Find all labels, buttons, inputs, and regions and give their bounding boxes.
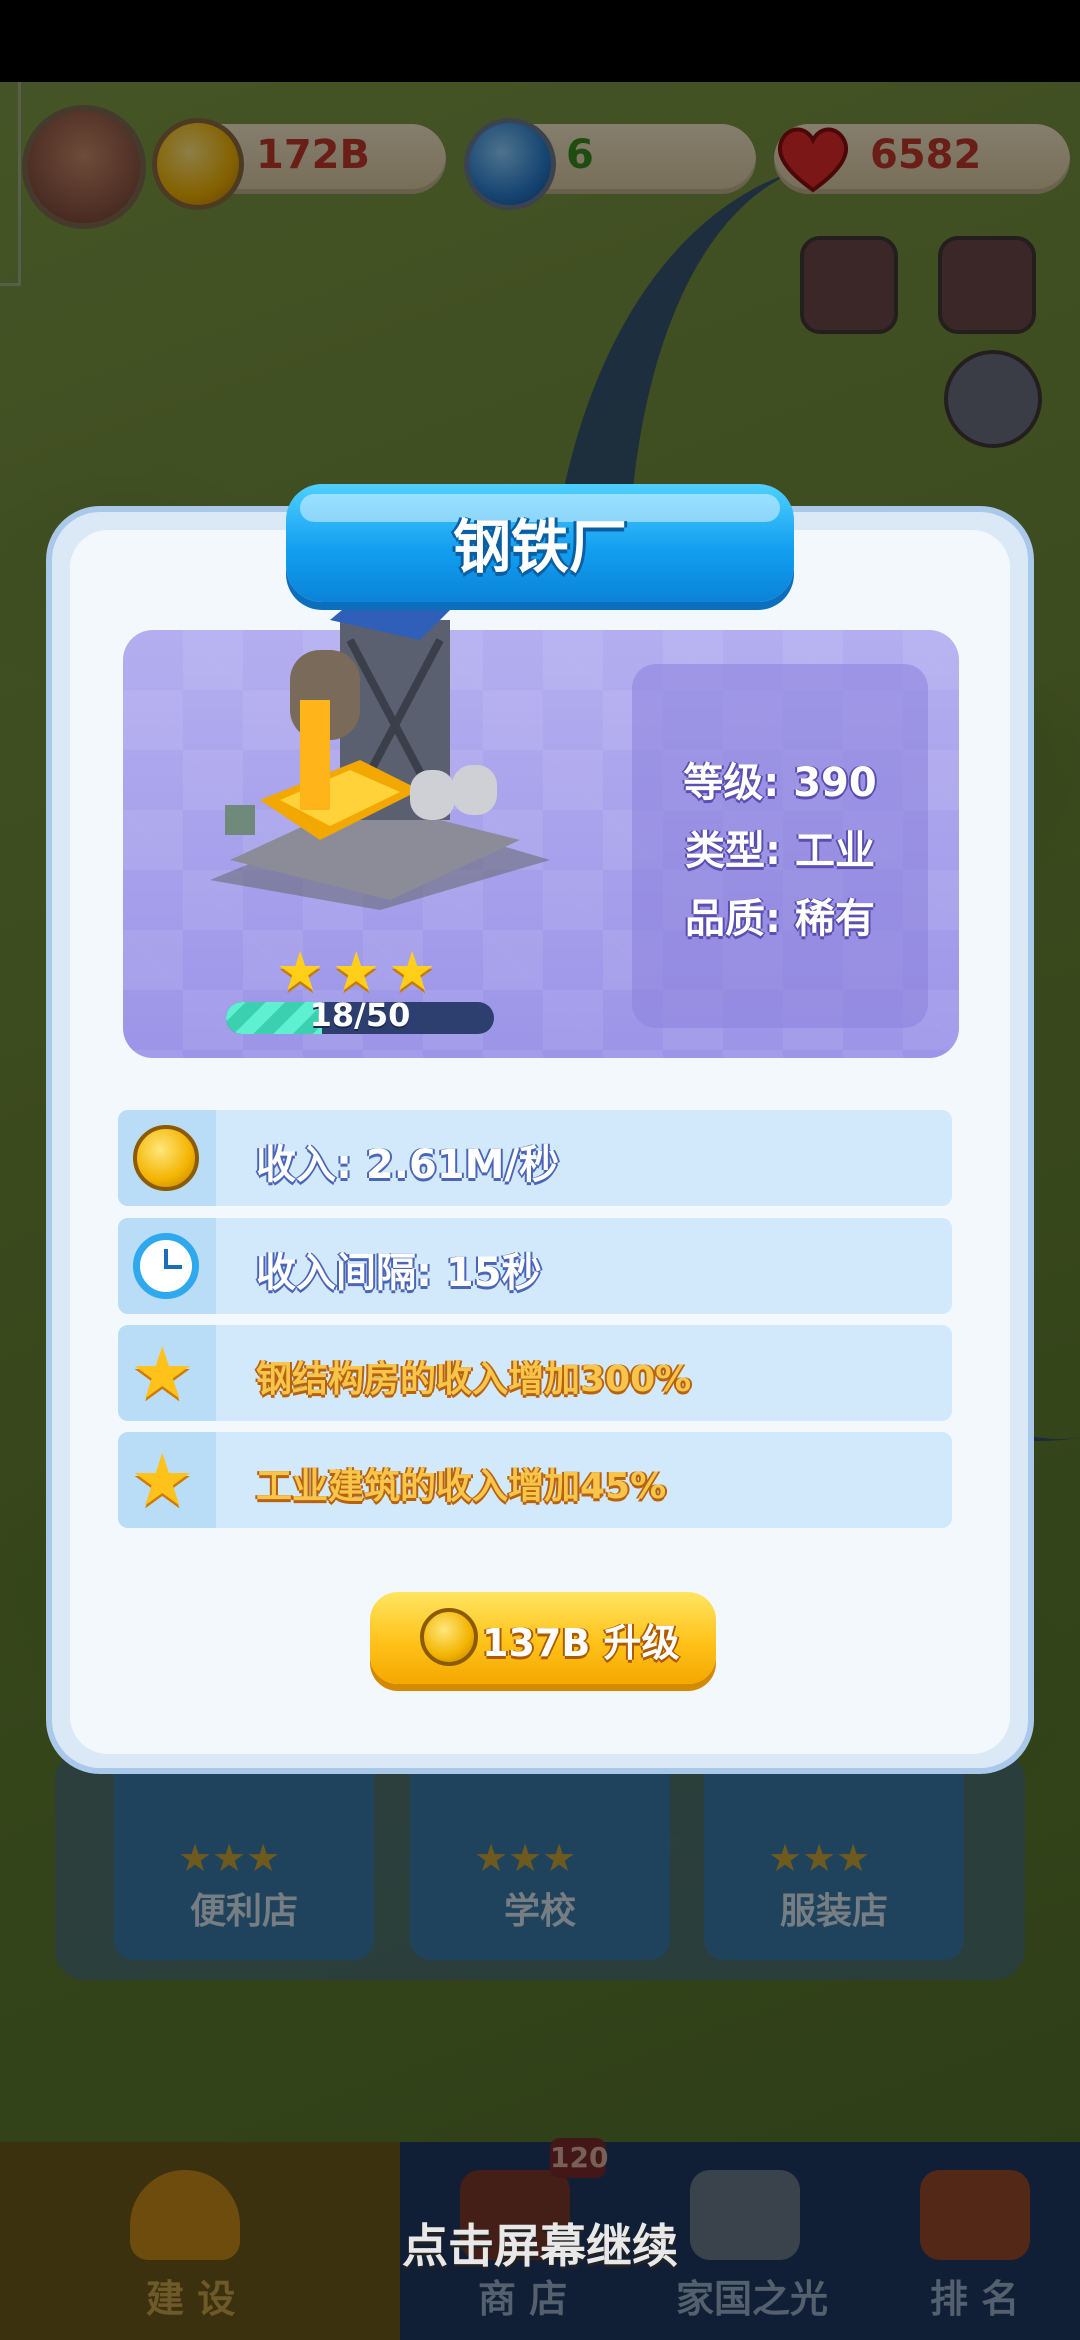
upgrade-label[interactable]: 137B 升级: [482, 1612, 680, 1667]
star-icon: ★: [130, 1331, 195, 1415]
star-icon: ★: [388, 940, 437, 1003]
type-stat: 类型: 工业: [685, 828, 875, 874]
tap-to-continue-hint[interactable]: 点击屏幕继续: [0, 2210, 1080, 2276]
star-icon: ★: [130, 1438, 195, 1522]
quality-stat: 品质: 稀有: [685, 896, 875, 942]
bonus-text-industrial: 工业建筑的收入增加45%: [256, 1466, 667, 1507]
level-stat: 等级: 390: [683, 760, 877, 806]
progress-text: 18/50: [309, 996, 411, 1034]
steel-mill-illustration: [210, 570, 550, 910]
clock-icon: [133, 1233, 199, 1299]
star-icon: ★: [332, 940, 381, 1003]
bonus-text-steel: 钢结构房的收入增加300%: [256, 1359, 692, 1400]
dialog-title: 钢铁厂: [452, 513, 627, 581]
status-bar: [0, 0, 1080, 82]
coin-icon: [133, 1125, 199, 1191]
coin-icon: [420, 1608, 478, 1666]
interval-text: 收入间隔: 15秒: [256, 1250, 542, 1296]
star-icon: ★: [276, 940, 325, 1003]
income-text: 收入: 2.61M/秒: [256, 1142, 560, 1188]
